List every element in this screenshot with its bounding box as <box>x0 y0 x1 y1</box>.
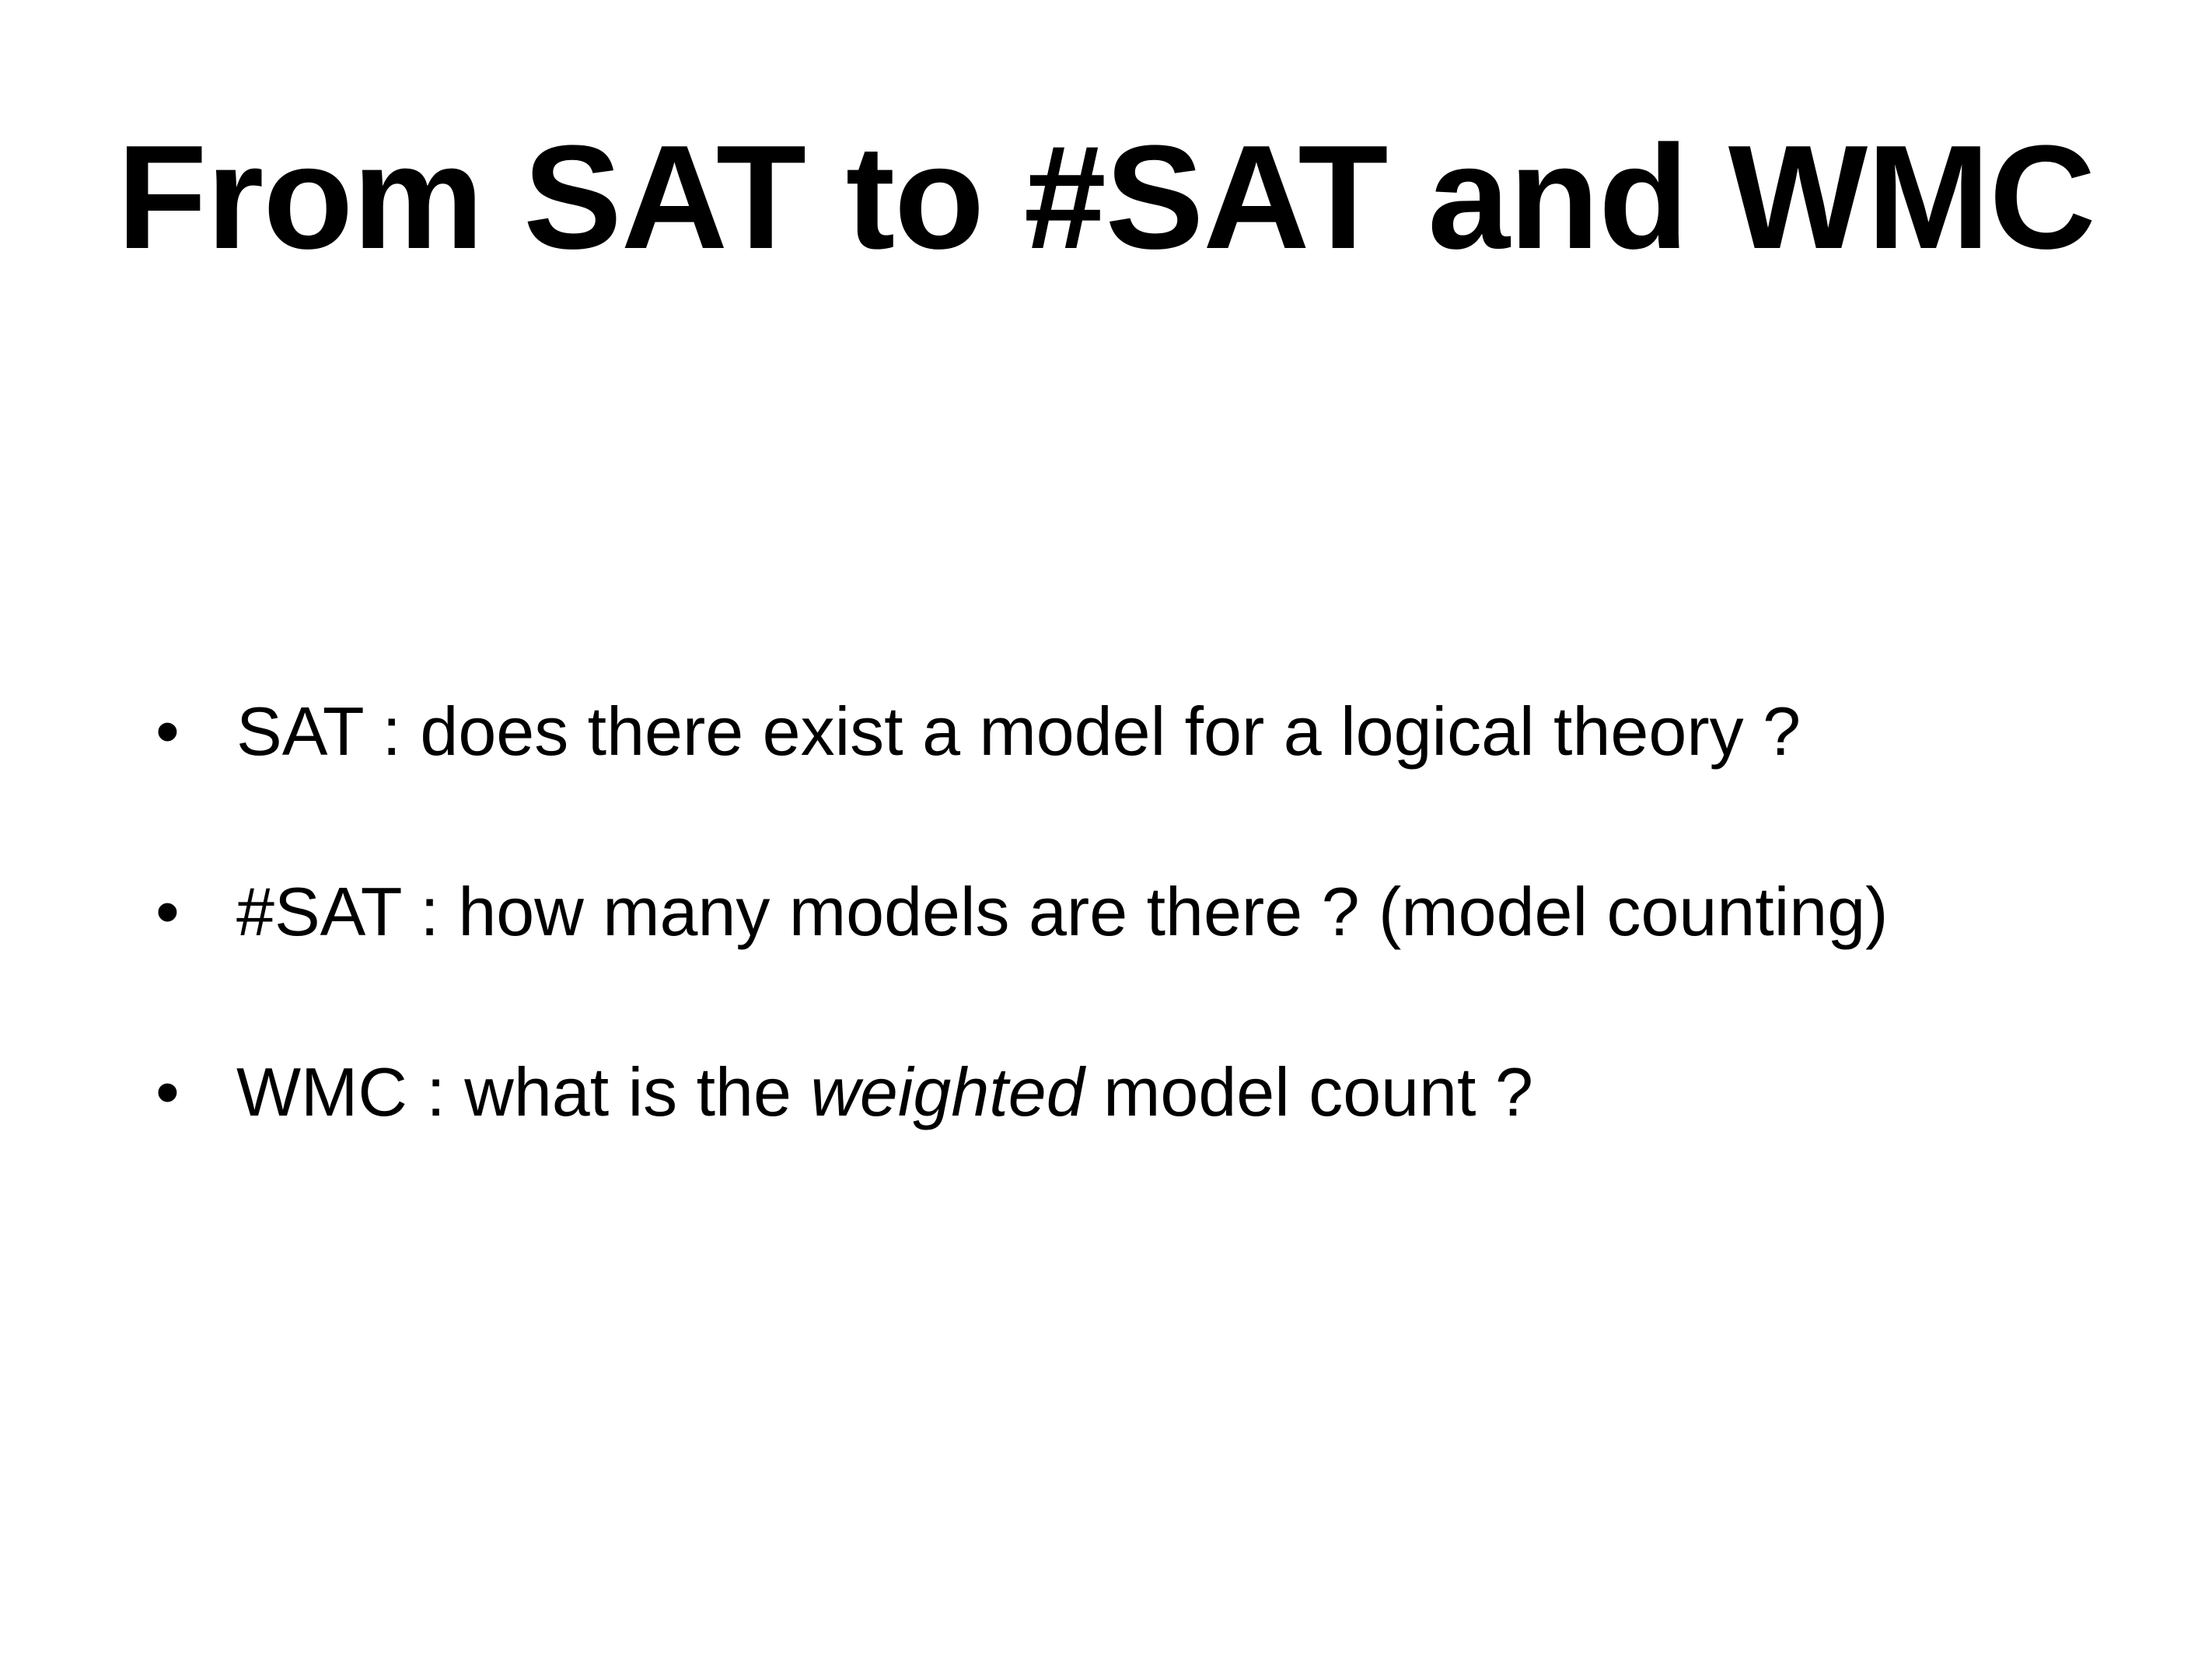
bullet-text-wmc-before: WMC : what is the <box>236 1053 811 1130</box>
bullet-text-wmc: WMC : what is the weighted model count ? <box>236 1053 1533 1131</box>
bullet-marker: • <box>156 693 180 770</box>
bullet-list: • SAT : does there exist a model for a l… <box>156 692 2146 1233</box>
bullet-text-wmc-emphasis: weighted <box>810 1053 1085 1130</box>
bullet-text-wmc-after: model count ? <box>1084 1053 1533 1130</box>
slide-title: From SAT to #SAT and WMC <box>117 115 2095 280</box>
bullet-marker: • <box>156 873 180 950</box>
bullet-item-sharp-sat: • #SAT : how many models are there ? (mo… <box>156 872 2146 1053</box>
bullet-text-sat: SAT : does there exist a model for a log… <box>236 693 1801 770</box>
bullet-marker: • <box>156 1053 180 1130</box>
slide: From SAT to #SAT and WMC • SAT : does th… <box>0 0 2212 1659</box>
bullet-text-sharp-sat: #SAT : how many models are there ? (mode… <box>236 873 1889 950</box>
bullet-item-sat: • SAT : does there exist a model for a l… <box>156 692 2146 872</box>
bullet-item-wmc: • WMC : what is the weighted model count… <box>156 1053 2146 1233</box>
